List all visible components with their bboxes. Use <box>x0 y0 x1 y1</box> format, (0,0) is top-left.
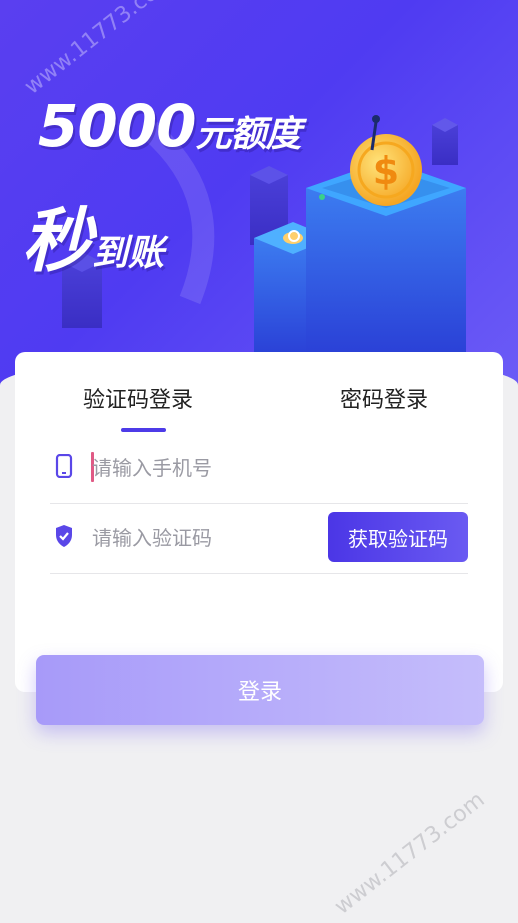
get-code-button[interactable]: 获取验证码 <box>328 512 468 562</box>
phone-input[interactable] <box>92 450 332 486</box>
watermark-bottom: www.11773.com <box>330 787 490 920</box>
phone-row <box>50 432 468 504</box>
headline-instant-small: 到账 <box>92 233 165 274</box>
svg-text:$: $ <box>373 149 399 193</box>
headline-suffix: 元额度 <box>195 114 301 155</box>
verification-code-input[interactable] <box>92 520 332 556</box>
headline-instant: 秒到账 <box>22 185 164 286</box>
login-button[interactable]: 登录 <box>36 655 484 725</box>
headline-credit-amount: 5000元额度 <box>38 92 301 160</box>
phone-icon <box>55 454 73 478</box>
tab-sms-login[interactable]: 验证码登录 <box>83 382 193 414</box>
code-row: 获取验证码 <box>50 502 468 574</box>
login-tabs: 验证码登录 密码登录 <box>15 352 503 442</box>
hero-banner: $ 5000元额度 秒到账 www.11773.com <box>0 0 518 400</box>
shield-check-icon <box>56 525 72 547</box>
login-card: 验证码登录 密码登录 获取验证码 <box>15 352 503 692</box>
headline-number: 5000 <box>38 92 196 160</box>
tab-password-login[interactable]: 密码登录 <box>340 382 428 414</box>
headline-instant-big: 秒 <box>22 200 92 282</box>
